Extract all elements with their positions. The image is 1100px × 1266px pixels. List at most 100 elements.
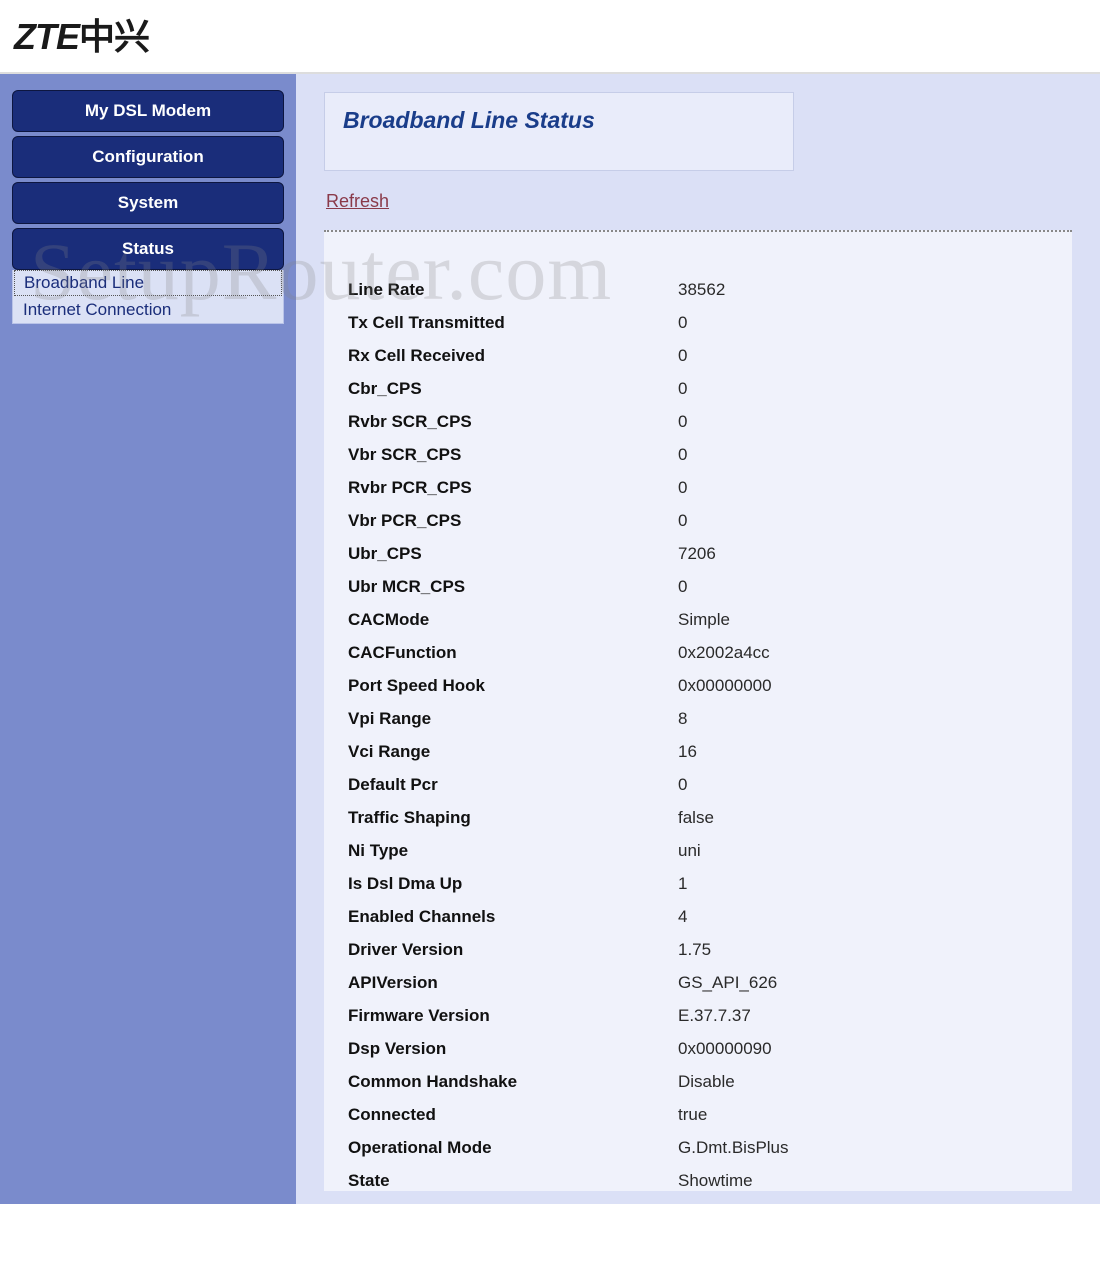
stat-value: 0 [678,346,687,366]
content-area: Broadband Line Status Refresh Line Rate3… [296,74,1100,1204]
stat-label: Vci Range [348,742,678,762]
stat-label: Firmware Version [348,1006,678,1026]
stat-row: Vpi Range8 [348,709,1072,729]
sidebar: My DSL Modem Configuration System Status… [0,74,296,1204]
stat-value: 0 [678,379,687,399]
stats-panel: Line Rate38562Tx Cell Transmitted0Rx Cel… [324,230,1072,1191]
stat-value: 0 [678,313,687,333]
stat-value: 0 [678,775,687,795]
stat-row: APIVersionGS_API_626 [348,973,1072,993]
stat-row: Rx Cell Received0 [348,346,1072,366]
stat-row: Enabled Channels4 [348,907,1072,927]
stat-row: Port Speed Hook0x00000000 [348,676,1072,696]
stat-value: 0x2002a4cc [678,643,770,663]
stat-label: APIVersion [348,973,678,993]
stat-row: StateShowtime [348,1171,1072,1191]
stat-value: E.37.7.37 [678,1006,751,1026]
page-title-box: Broadband Line Status [324,92,794,171]
stat-row: Default Pcr0 [348,775,1072,795]
stat-value: true [678,1105,707,1125]
stat-value: GS_API_626 [678,973,777,993]
stat-label: Cbr_CPS [348,379,678,399]
header-bar: ZTE中兴 [0,0,1100,74]
stat-value: 0 [678,511,687,531]
stat-label: State [348,1171,678,1191]
stat-label: Vbr PCR_CPS [348,511,678,531]
stat-row: Tx Cell Transmitted0 [348,313,1072,333]
subnav: Broadband Line Internet Connection [12,270,284,324]
stat-value: 8 [678,709,687,729]
stat-row: Ubr MCR_CPS0 [348,577,1072,597]
stat-label: Tx Cell Transmitted [348,313,678,333]
stat-row: Vbr SCR_CPS0 [348,445,1072,465]
stat-label: Default Pcr [348,775,678,795]
stat-value: 4 [678,907,687,927]
stat-value: uni [678,841,701,861]
stat-label: CACFunction [348,643,678,663]
stat-label: Vbr SCR_CPS [348,445,678,465]
stat-value: 38562 [678,280,725,300]
stat-value: 16 [678,742,697,762]
stat-value: 0x00000000 [678,676,772,696]
stat-label: Vpi Range [348,709,678,729]
stat-label: CACMode [348,610,678,630]
stat-label: Ubr MCR_CPS [348,577,678,597]
stat-label: Driver Version [348,940,678,960]
stat-label: Port Speed Hook [348,676,678,696]
stat-value: Disable [678,1072,735,1092]
stat-label: Dsp Version [348,1039,678,1059]
stat-row: Vbr PCR_CPS0 [348,511,1072,531]
stat-row: CACFunction0x2002a4cc [348,643,1072,663]
stat-label: Line Rate [348,280,678,300]
stat-value: 1 [678,874,687,894]
stat-value: Showtime [678,1171,753,1191]
stat-label: Operational Mode [348,1138,678,1158]
stat-row: Driver Version1.75 [348,940,1072,960]
stat-value: 0 [678,412,687,432]
refresh-link[interactable]: Refresh [326,191,389,212]
stat-row: Cbr_CPS0 [348,379,1072,399]
logo: ZTE中兴 [14,16,149,57]
stat-row: Rvbr SCR_CPS0 [348,412,1072,432]
subnav-internet-connection[interactable]: Internet Connection [13,297,283,323]
stat-row: Operational ModeG.Dmt.BisPlus [348,1138,1072,1158]
stat-value: Simple [678,610,730,630]
nav-status[interactable]: Status [12,228,284,270]
stat-row: Dsp Version0x00000090 [348,1039,1072,1059]
stat-row: Rvbr PCR_CPS0 [348,478,1072,498]
stat-row: CACModeSimple [348,610,1072,630]
stat-label: Rvbr PCR_CPS [348,478,678,498]
stat-label: Traffic Shaping [348,808,678,828]
stat-label: Enabled Channels [348,907,678,927]
stat-row: Common HandshakeDisable [348,1072,1072,1092]
stat-value: 1.75 [678,940,711,960]
stat-row: Traffic Shapingfalse [348,808,1072,828]
logo-cn: 中兴 [79,16,149,57]
stat-value: 0 [678,478,687,498]
stat-row: Ubr_CPS7206 [348,544,1072,564]
stat-value: G.Dmt.BisPlus [678,1138,789,1158]
stat-row: Line Rate38562 [348,280,1072,300]
stat-label: Ubr_CPS [348,544,678,564]
page-title: Broadband Line Status [343,107,775,134]
stat-label: Rvbr SCR_CPS [348,412,678,432]
subnav-broadband-line[interactable]: Broadband Line [14,270,282,296]
stat-label: Ni Type [348,841,678,861]
stat-row: Ni Typeuni [348,841,1072,861]
nav-my-dsl-modem[interactable]: My DSL Modem [12,90,284,132]
stat-label: Rx Cell Received [348,346,678,366]
stat-row: Firmware VersionE.37.7.37 [348,1006,1072,1026]
stat-value: 7206 [678,544,716,564]
stat-value: 0x00000090 [678,1039,772,1059]
nav-configuration[interactable]: Configuration [12,136,284,178]
stat-value: 0 [678,577,687,597]
logo-en: ZTE [14,16,79,57]
stat-value: 0 [678,445,687,465]
stat-label: Common Handshake [348,1072,678,1092]
stat-row: Connectedtrue [348,1105,1072,1125]
stat-row: Vci Range16 [348,742,1072,762]
stat-value: false [678,808,714,828]
stat-row: Is Dsl Dma Up1 [348,874,1072,894]
stat-label: Is Dsl Dma Up [348,874,678,894]
nav-system[interactable]: System [12,182,284,224]
